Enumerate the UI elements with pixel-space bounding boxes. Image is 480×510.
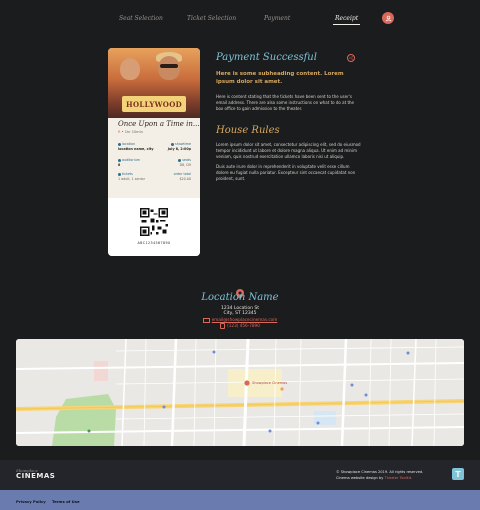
account-button[interactable]	[382, 12, 394, 24]
footer-logo[interactable]: Showplace CINEMAS	[16, 468, 55, 480]
ticket-icon	[118, 172, 121, 176]
design-credit-link[interactable]: Theater Toolkit.	[385, 476, 413, 480]
phone-icon	[220, 323, 226, 329]
top-nav: Seat Selection Ticket Selection Payment …	[0, 10, 480, 28]
location-icon	[118, 142, 121, 146]
screen-icon	[118, 158, 121, 162]
order-total-info: order total $20.00	[173, 172, 191, 181]
payment-subheading: Here is some subheading content. Lorem i…	[216, 71, 344, 85]
payment-title: Payment Successful	[216, 52, 317, 63]
tickets-info: tickets 1 adult, 1 senior	[118, 172, 145, 181]
movie-title: Once Upon a Time in...	[118, 120, 200, 128]
nav-seat-selection[interactable]: Seat Selection	[119, 15, 163, 22]
svg-text:Showplace Cinemas: Showplace Cinemas	[252, 381, 287, 385]
house-rules-p2: Duis aute irure dolor in reprehenderit i…	[216, 164, 356, 181]
footer-copyright: © Showplace Cinemas 2019. All rights res…	[336, 470, 424, 480]
clock-icon	[171, 142, 175, 146]
ticket-card: HOLLYWOOD Once Upon a Time in... R • 1hr…	[108, 48, 200, 256]
poster-logo: HOLLYWOOD	[122, 96, 186, 112]
user-icon	[385, 15, 391, 21]
location-address-2: City, ST 12345	[223, 311, 257, 316]
privacy-policy-link[interactable]: Privacy Policy	[16, 499, 46, 504]
terms-of-use-link[interactable]: Terms of Use	[52, 499, 80, 504]
nav-payment[interactable]: Payment	[264, 15, 290, 22]
seats-info: seats D8, D9	[178, 158, 191, 167]
footer: Showplace CINEMAS © Showplace Cinemas 20…	[0, 460, 480, 490]
footer-links-bar: Privacy Policy Terms of Use	[0, 490, 480, 510]
showtime-info: showtime July 8, 2:00p	[167, 142, 191, 151]
house-rules-p1: Lorem ipsum dolor sit amet, consectetur …	[216, 142, 361, 159]
ticket-code: ABC1234567890	[137, 241, 171, 245]
share-icon	[349, 56, 353, 60]
mail-icon	[202, 317, 210, 323]
seat-icon	[178, 158, 182, 162]
house-rules-title: House Rules	[216, 125, 280, 136]
theater-toolkit-badge[interactable]: T	[452, 468, 464, 480]
movie-rating: R • 1hr 10min	[118, 130, 143, 134]
location-map[interactable]: Showplace Cinemas	[16, 339, 464, 446]
nav-ticket-selection[interactable]: Ticket Selection	[187, 15, 236, 22]
location-title: Location Name	[201, 292, 279, 303]
auditorium-info: auditorium 8	[118, 158, 141, 167]
location-info: location location name, city	[118, 142, 154, 151]
location-email-link[interactable]: email@showplacecinemas.com	[0, 317, 480, 323]
movie-poster: HOLLYWOOD	[108, 48, 200, 118]
share-button[interactable]	[347, 54, 355, 62]
location-phone-link[interactable]: (123) 456-7890	[0, 323, 480, 329]
qr-code	[140, 208, 168, 236]
payment-body: Here is content stating that the tickets…	[216, 94, 355, 111]
nav-receipt[interactable]: Receipt	[332, 15, 361, 25]
ticket-stub: ABC1234567890	[108, 198, 200, 256]
